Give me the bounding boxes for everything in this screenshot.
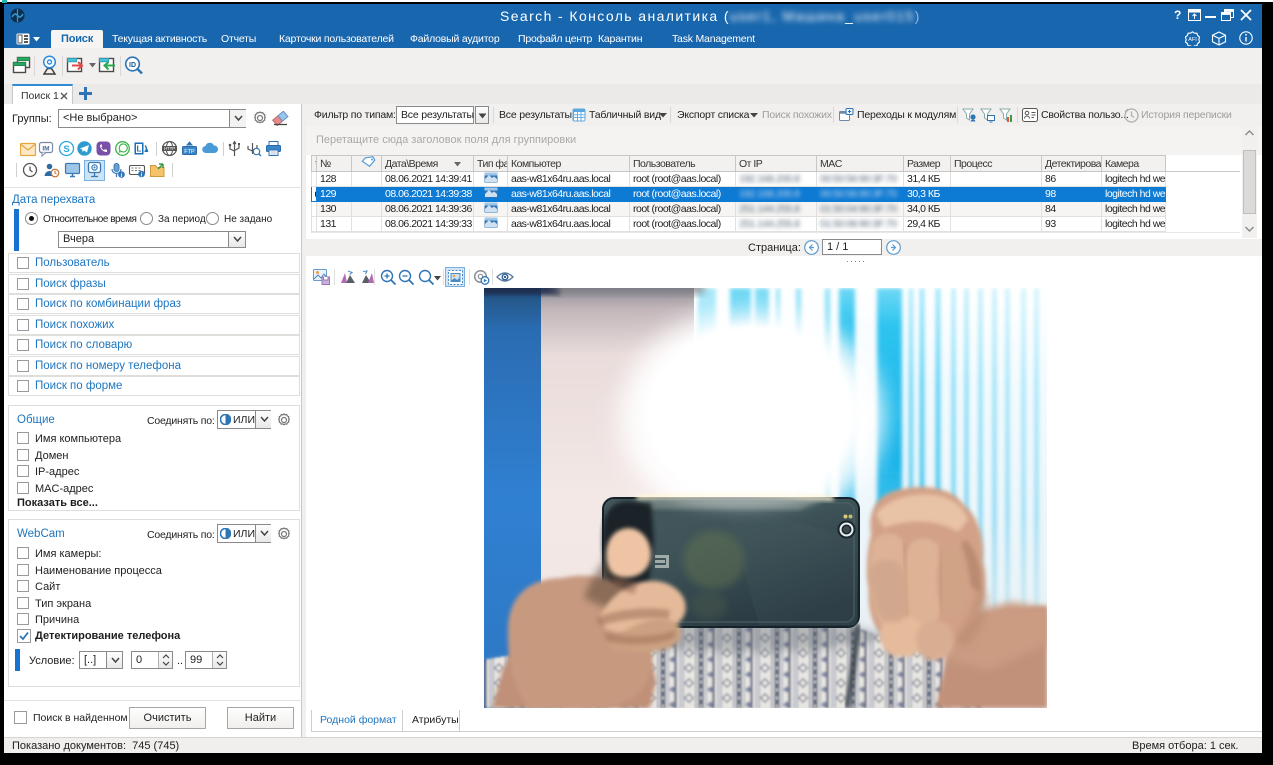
- svg-text:HTTP: HTTP: [164, 146, 176, 151]
- svg-text:FTP: FTP: [184, 149, 195, 155]
- svg-text:AFI: AFI: [1188, 37, 1197, 43]
- svg-text:S: S: [63, 144, 69, 155]
- svg-text:ID: ID: [129, 62, 136, 69]
- svg-text:L: L: [137, 145, 142, 154]
- svg-text:IM: IM: [42, 146, 49, 153]
